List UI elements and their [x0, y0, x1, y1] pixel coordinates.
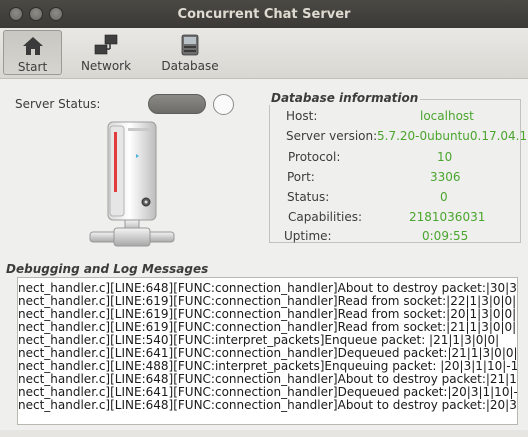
- log-line: nect_handler.c][LINE:648][FUNC:connectio…: [18, 398, 518, 412]
- database-info-title: Database information: [269, 91, 421, 105]
- toolbar: Start Network Database: [0, 28, 528, 79]
- toolbar-database-label: Database: [161, 59, 219, 73]
- server-status-switch[interactable]: [148, 94, 206, 114]
- db-protocol-key: Protocol:: [288, 150, 341, 164]
- db-port-key: Port:: [287, 170, 315, 184]
- db-uptime-key: Uptime:: [284, 229, 332, 243]
- toolbar-start-label: Start: [17, 60, 48, 74]
- server-status-label: Server Status:: [15, 97, 101, 111]
- toolbar-network-label: Network: [80, 59, 132, 73]
- window-title: Concurrent Chat Server: [177, 7, 351, 22]
- db-host-key: Host:: [286, 109, 318, 123]
- bottom-status-strip: [0, 430, 528, 437]
- db-host-value: localhost: [420, 109, 474, 123]
- server-status-indicator[interactable]: [213, 94, 234, 115]
- db-server-version-key: Server version:: [286, 129, 378, 143]
- db-uptime-value: 0:09:55: [422, 229, 469, 243]
- toolbar-database-button[interactable]: Database: [160, 30, 220, 75]
- db-capabilities-key: Capabilities:: [288, 210, 363, 224]
- db-capabilities-value: 2181036031: [409, 210, 486, 224]
- db-port-value: 3306: [430, 170, 461, 184]
- db-server-version-value: 5.7.20-0ubuntu0.17.04.1: [377, 129, 528, 143]
- server-tower-illustration: [89, 121, 175, 247]
- title-bar: Concurrent Chat Server: [0, 0, 528, 28]
- log-text-view[interactable]: nect_handler.c][LINE:648][FUNC:connectio…: [17, 277, 518, 425]
- db-status-key: Status:: [287, 190, 330, 204]
- toolbar-network-button[interactable]: Network: [76, 30, 136, 75]
- database-icon: [181, 34, 199, 56]
- db-status-value: 0: [440, 190, 448, 204]
- network-icon: [94, 34, 118, 55]
- toolbar-start-button[interactable]: Start: [3, 30, 62, 75]
- db-protocol-value: 10: [437, 150, 453, 164]
- home-icon: [22, 37, 43, 55]
- log-section-title: Debugging and Log Messages: [6, 262, 209, 276]
